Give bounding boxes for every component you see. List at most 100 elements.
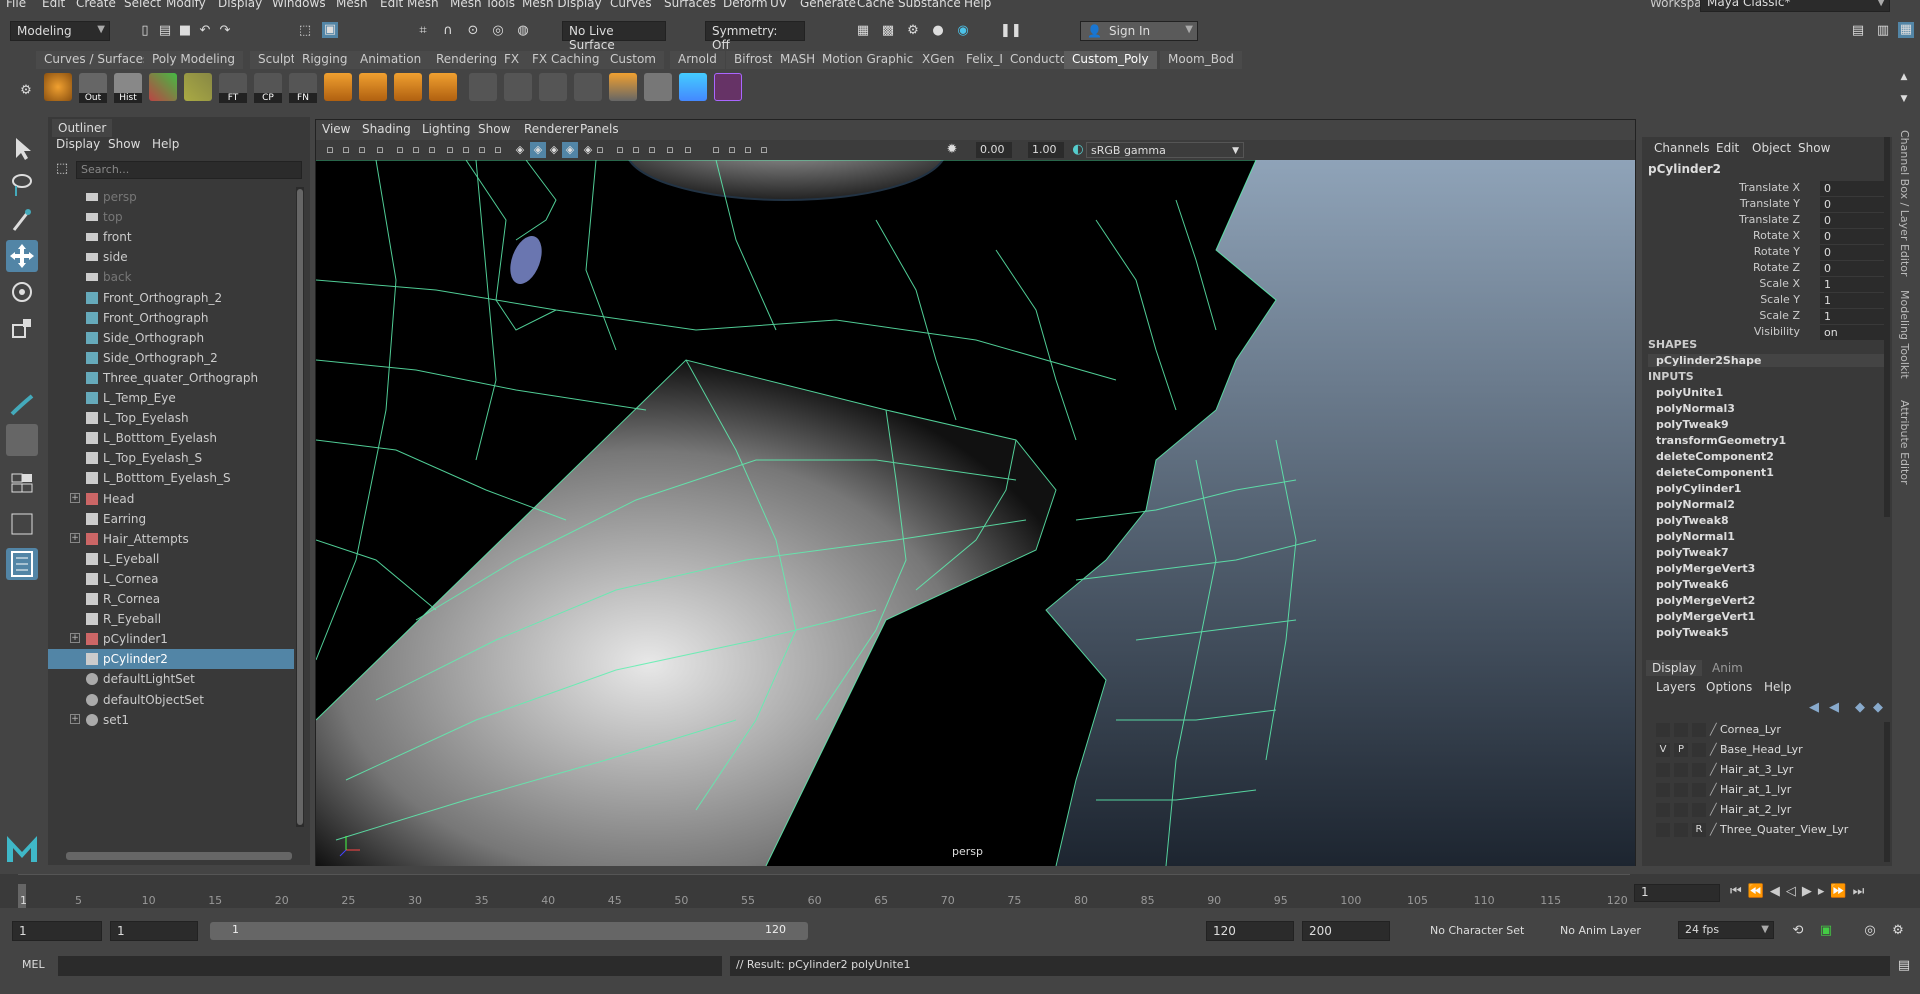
layer-visibility-toggle[interactable] — [1656, 823, 1670, 837]
outliner-item[interactable]: top — [48, 207, 294, 227]
channel-box-toggle-icon[interactable]: ▦ — [1898, 22, 1914, 38]
outliner-item[interactable]: Three_quater_Orthograph — [48, 368, 294, 388]
channel-value[interactable]: 0 — [1820, 261, 1888, 276]
step-forward-key-icon[interactable]: ⏩ — [1830, 884, 1852, 899]
outliner-item[interactable]: Earring — [48, 509, 294, 529]
outliner-item[interactable]: defaultObjectSet — [48, 690, 294, 710]
menu-substance[interactable]: Substance — [898, 0, 961, 10]
loop-icon[interactable]: ⟲ — [1790, 923, 1806, 939]
render-frame-icon[interactable]: ▦ — [855, 23, 871, 39]
toggle-tool-settings-icon[interactable]: ▥ — [1875, 23, 1891, 39]
channel-value[interactable]: 0 — [1820, 245, 1888, 260]
expand-icon[interactable]: + — [70, 492, 80, 503]
channel-rotate-y[interactable]: Rotate Y 0 — [1642, 245, 1888, 261]
render-ipr-icon[interactable]: ▩ — [880, 23, 896, 39]
toggle-panel-icon[interactable]: ▤ — [1850, 23, 1866, 39]
open-scene-icon[interactable]: ▤ — [157, 23, 173, 39]
go-to-start-icon[interactable]: ⏮ — [1730, 884, 1748, 899]
layer-row[interactable]: ╱ Cornea_Lyr — [1650, 720, 1884, 740]
time-ruler[interactable] — [18, 874, 1630, 908]
playback-end-field[interactable]: 120 — [1206, 921, 1294, 941]
outliner-hscrollbar[interactable] — [66, 852, 292, 860]
outliner-item[interactable]: L_Top_Eyelash_S — [48, 448, 294, 468]
scene-end-field[interactable]: 200 — [1302, 921, 1390, 941]
outliner-menu-show[interactable]: Show — [108, 137, 140, 151]
expand-icon[interactable]: + — [70, 532, 80, 543]
sculpt-tool-icon[interactable] — [6, 388, 38, 420]
antialiasing-icon[interactable]: ▫ — [662, 142, 678, 158]
snap-point-icon[interactable]: ⊙ — [465, 23, 481, 39]
current-frame-field[interactable]: 1 — [1634, 884, 1720, 902]
grid-icon[interactable]: ▫ — [392, 142, 408, 158]
extrude-icon[interactable] — [324, 73, 352, 101]
freeze-transform-icon[interactable]: FT — [219, 73, 247, 103]
arnold-icon[interactable]: ◉ — [955, 23, 971, 39]
rotate-tool-icon[interactable] — [6, 276, 38, 308]
play-backward-icon[interactable]: ◁ — [1786, 884, 1802, 899]
outliner-menu-help[interactable]: Help — [152, 137, 179, 151]
outliner-item[interactable]: side — [48, 247, 294, 267]
shelf-scroll-up-icon[interactable]: ▲ — [1896, 69, 1912, 85]
outliner-tab[interactable]: Outliner — [52, 119, 113, 137]
viewport-menu-renderer[interactable]: Renderer — [524, 122, 579, 136]
snap-grid-icon[interactable]: ⌗ — [415, 23, 431, 39]
uv-editor-icon[interactable] — [149, 73, 177, 101]
outliner-scrollbar[interactable] — [296, 187, 304, 827]
shelf-menu-icon[interactable]: ⚙ — [18, 83, 34, 99]
layer-playback-toggle[interactable] — [1674, 723, 1688, 737]
play-forward-icon[interactable]: ▶ — [1802, 884, 1818, 899]
anim-prefs-icon[interactable]: ◎ — [1862, 923, 1878, 939]
safe-action-icon[interactable]: ▫ — [474, 142, 490, 158]
menu-help[interactable]: Help — [964, 0, 991, 10]
mel-label[interactable]: MEL — [22, 958, 45, 971]
pause-icon[interactable]: ❚❚ — [1000, 23, 1022, 39]
step-back-icon[interactable]: ◀ — [1770, 884, 1786, 899]
smooth-shade-icon[interactable]: ◈ — [530, 142, 546, 158]
combine-icon[interactable] — [644, 73, 672, 101]
color-management-icon[interactable]: ◐ — [1070, 142, 1086, 158]
channel-scale-y[interactable]: Scale Y 1 — [1642, 293, 1888, 309]
outliner-item[interactable]: Front_Orthograph — [48, 308, 294, 328]
outliner-item[interactable]: Side_Orthograph_2 — [48, 348, 294, 368]
script-editor-icon[interactable]: ▤ — [1896, 958, 1912, 974]
center-pivot-icon[interactable]: CP — [254, 73, 282, 103]
camera-icon[interactable]: ▫ — [322, 142, 338, 158]
xray-icon[interactable]: ▫ — [724, 142, 740, 158]
outliner-item[interactable]: L_Top_Eyelash — [48, 408, 294, 428]
menu-edit-mesh[interactable]: Edit Mesh — [380, 0, 439, 10]
layers-scrollbar[interactable] — [1884, 722, 1890, 862]
channel-value[interactable]: 0 — [1820, 197, 1888, 212]
append-polygon-icon[interactable] — [429, 73, 457, 101]
multi-cut-icon[interactable] — [469, 73, 497, 101]
menu-mesh-tools[interactable]: Mesh Tools — [450, 0, 515, 10]
gamma-icon[interactable] — [1012, 142, 1028, 158]
command-input[interactable] — [58, 956, 722, 976]
layer-type-toggle[interactable] — [1692, 803, 1706, 817]
scene-start-field[interactable]: 1 — [12, 921, 102, 941]
field-chart-icon[interactable]: ▫ — [458, 142, 474, 158]
workspace-dropdown[interactable]: Maya Classic* ▼ — [1700, 0, 1890, 12]
lock-camera-icon[interactable]: ▫ — [338, 142, 354, 158]
exposure-field[interactable]: 0.00 — [976, 142, 1012, 158]
motion-blur-icon[interactable]: ▫ — [644, 142, 660, 158]
shelf-scroll-down-icon[interactable]: ▼ — [1896, 91, 1912, 107]
outliner-item[interactable]: persp — [48, 187, 294, 207]
mirror-icon[interactable] — [609, 73, 637, 101]
step-back-key-icon[interactable]: ⏪ — [1748, 884, 1770, 899]
layer-playback-toggle[interactable] — [1674, 823, 1688, 837]
snap-view-icon[interactable]: ◎ — [490, 23, 506, 39]
hypershade-icon[interactable]: ● — [930, 23, 946, 39]
layer-type-toggle[interactable] — [1692, 763, 1706, 777]
layer-row[interactable]: V P ╱ Base_Head_Lyr — [1650, 740, 1884, 760]
freeze-normals-icon[interactable]: FN — [289, 73, 317, 103]
show-manipulator-icon[interactable] — [6, 424, 38, 456]
new-layer-selected-icon[interactable]: ◆ — [1870, 700, 1886, 716]
channel-rotate-z[interactable]: Rotate Z 0 — [1642, 261, 1888, 277]
channel-value[interactable]: 1 — [1820, 293, 1888, 308]
menu-surfaces[interactable]: Surfaces — [664, 0, 716, 10]
redo-icon[interactable]: ↷ — [217, 23, 233, 39]
layer-visibility-toggle[interactable] — [1656, 763, 1670, 777]
uv-layout-icon[interactable] — [184, 73, 212, 101]
layer-type-toggle[interactable] — [1692, 723, 1706, 737]
range-bar[interactable]: 1 120 — [210, 922, 808, 940]
